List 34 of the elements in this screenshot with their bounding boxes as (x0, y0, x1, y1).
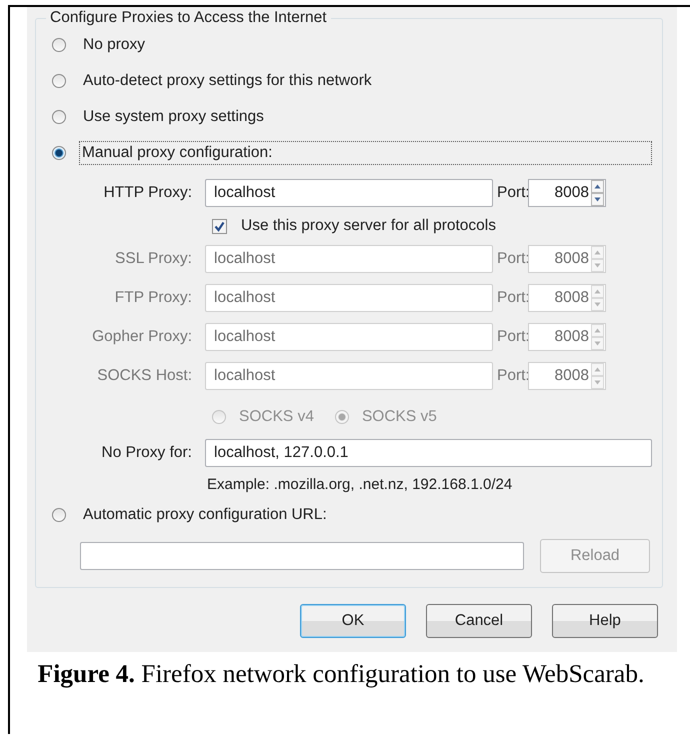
port-label: Port: (497, 328, 528, 346)
radio-label[interactable]: Manual proxy configuration: (79, 141, 652, 165)
checkbox-label[interactable]: Use this proxy server for all protocols (241, 217, 496, 235)
proxy-label: SOCKS Host: (96, 367, 192, 385)
proxy-label: Gopher Proxy: (91, 328, 192, 346)
spin-arrows-icon[interactable] (591, 180, 604, 206)
url-field[interactable] (80, 542, 524, 570)
checkbox[interactable] (212, 218, 227, 234)
radio-button[interactable] (52, 110, 66, 124)
dialog-button[interactable]: OK (300, 604, 406, 638)
proxy-label: FTP Proxy: (114, 289, 192, 307)
port-label: Port: (497, 367, 528, 385)
figure-caption: Figure 4. Firefox network configuration to use WebScarab. (36, 658, 646, 690)
radio-label[interactable]: Auto-detect proxy settings for this network (80, 69, 377, 93)
port-label: Port: (497, 250, 528, 268)
no-proxy-label: No Proxy for: (100, 444, 192, 462)
dialog-button[interactable]: Cancel (426, 604, 532, 638)
radio-button[interactable] (52, 508, 66, 522)
radio-button[interactable] (52, 74, 66, 88)
no-proxy-field[interactable]: localhost, 127.0.0.1 (205, 439, 652, 467)
port-spinner[interactable]: 8008 (528, 179, 606, 207)
radio-button[interactable] (52, 146, 66, 160)
proxy-label: SSL Proxy: (114, 250, 192, 268)
radio-label[interactable]: Automatic proxy configuration URL: (80, 503, 332, 527)
example-hint: Example: .mozilla.org, .net.nz, 192.168.1.0/24 (207, 475, 514, 495)
radio-label[interactable]: Use system proxy settings (80, 105, 269, 129)
port-label: Port: (497, 289, 528, 307)
proxy-host-field[interactable]: localhost (205, 179, 493, 207)
port-label: Port: (497, 184, 528, 202)
group-title: Configure Proxies to Access the Internet (49, 9, 328, 27)
dialog-button[interactable]: Help (552, 604, 658, 638)
radio-button[interactable] (52, 38, 66, 52)
radio-label[interactable]: No proxy (80, 33, 150, 57)
proxy-label: HTTP Proxy: (102, 184, 192, 202)
